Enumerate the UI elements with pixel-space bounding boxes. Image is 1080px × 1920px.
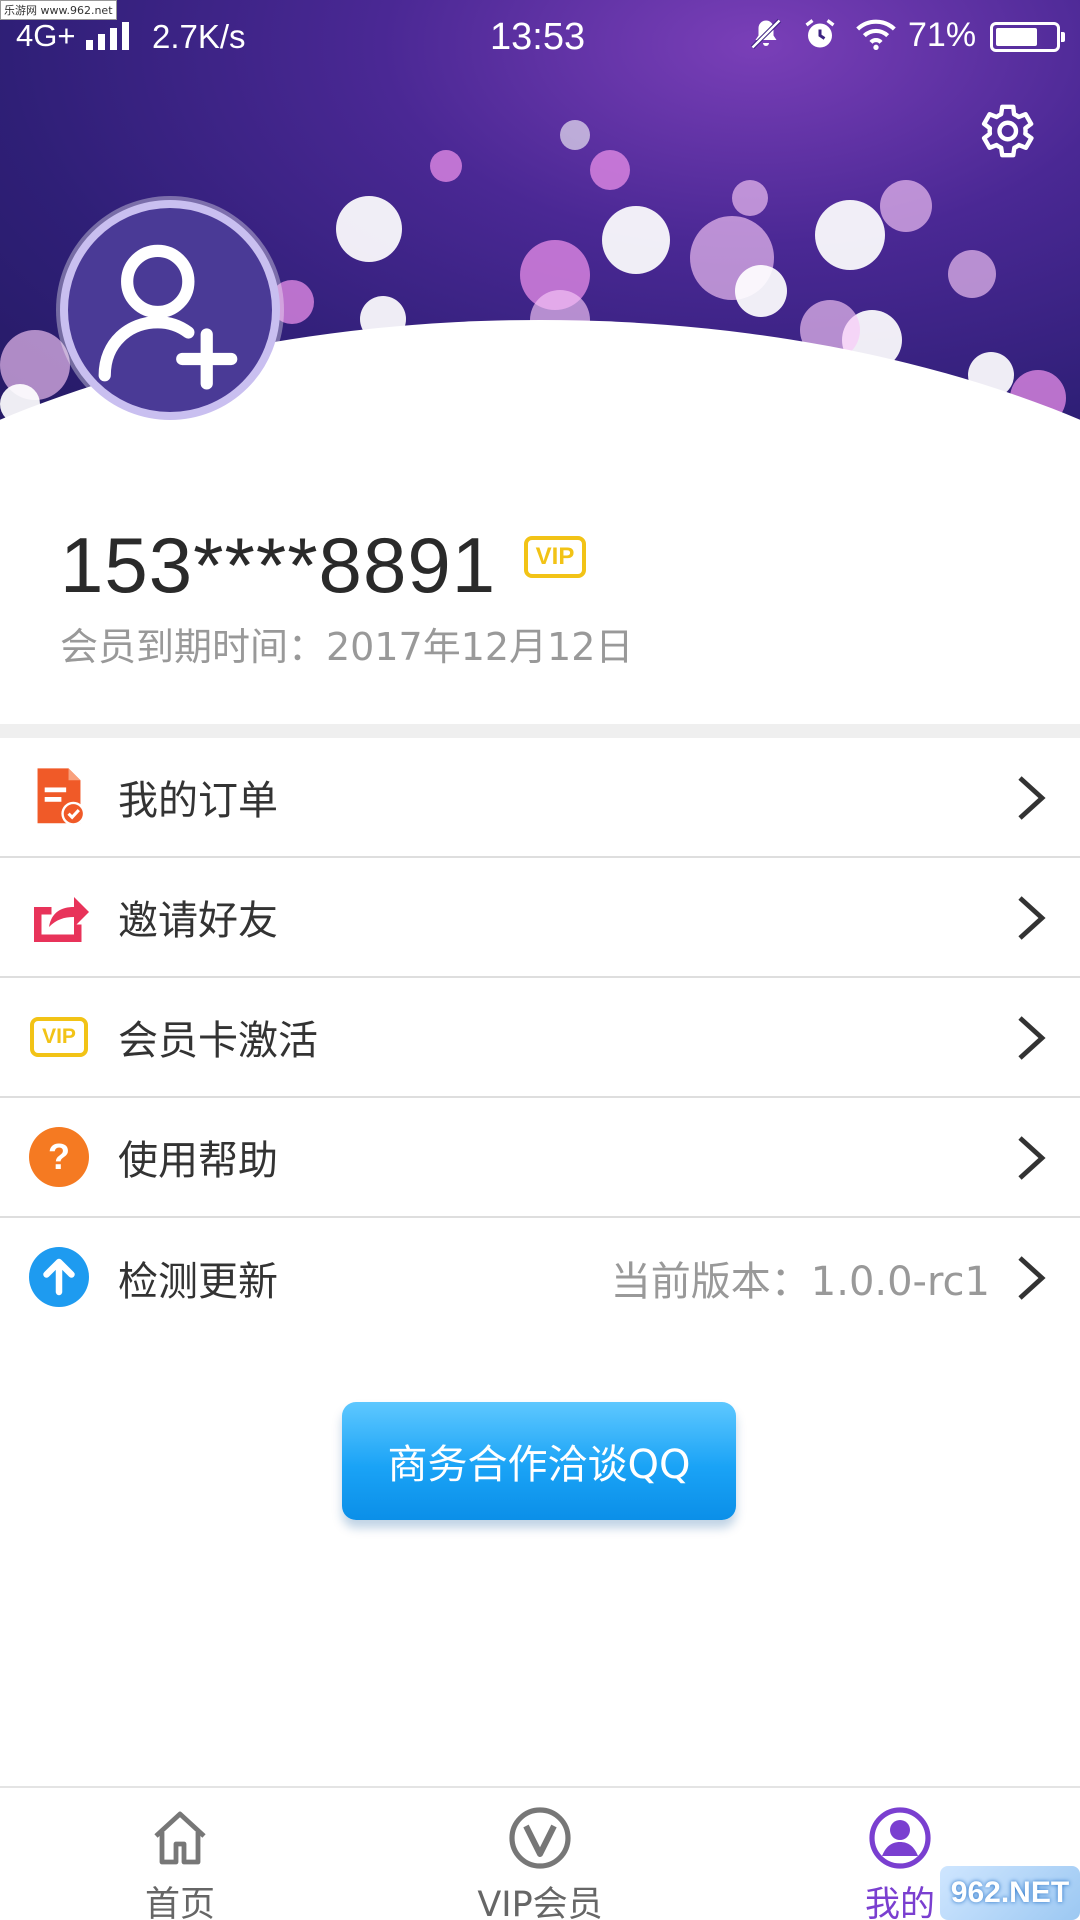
menu-item-label: 会员卡激活 bbox=[118, 1018, 318, 1064]
settings-menu: 我的订单 邀请好友 VIP 会员卡激活 ? 使用帮助 检测更新 当前版本：1.0… bbox=[0, 738, 1080, 1338]
share-icon bbox=[28, 886, 90, 948]
tab-label: VIP会员 bbox=[477, 1885, 603, 1920]
network-speed: 2.7K/s bbox=[152, 18, 246, 55]
membership-expiry: 会员到期时间：2017年12月12日 bbox=[60, 625, 634, 669]
status-bar: 4G+ 2.7K/s 13:53 71% bbox=[0, 0, 1080, 72]
settings-button[interactable] bbox=[972, 98, 1038, 164]
tab-vip[interactable]: VIP会员 bbox=[420, 1788, 660, 1920]
vip-card-icon: VIP bbox=[28, 1006, 90, 1068]
help-icon-glyph: ? bbox=[29, 1127, 89, 1187]
section-divider bbox=[0, 724, 1080, 738]
business-qq-button[interactable]: 商务合作洽谈QQ bbox=[342, 1402, 736, 1520]
bokeh-light bbox=[336, 196, 402, 262]
chevron-right-icon bbox=[1018, 1136, 1046, 1180]
order-icon bbox=[28, 766, 90, 828]
avatar-add-button[interactable] bbox=[60, 200, 280, 420]
chevron-right-icon bbox=[1018, 776, 1046, 820]
wifi-icon bbox=[856, 19, 896, 50]
status-icons bbox=[748, 16, 896, 52]
user-phone: 153****8891 bbox=[60, 521, 497, 609]
bottom-nav: 首页 VIP会员 我的 bbox=[0, 1786, 1080, 1920]
menu-item-help[interactable]: ? 使用帮助 bbox=[0, 1098, 1080, 1218]
signal-icon bbox=[86, 22, 129, 50]
menu-item-vip-activate[interactable]: VIP 会员卡激活 bbox=[0, 978, 1080, 1098]
bokeh-light bbox=[732, 180, 768, 216]
chevron-right-icon bbox=[1018, 1256, 1046, 1300]
menu-item-check-update[interactable]: 检测更新 当前版本：1.0.0-rc1 bbox=[0, 1218, 1080, 1338]
watermark-bottom: 962.NET bbox=[940, 1866, 1080, 1920]
battery-level bbox=[996, 28, 1038, 46]
vip-card-text: VIP bbox=[30, 1017, 88, 1057]
menu-item-invite[interactable]: 邀请好友 bbox=[0, 858, 1080, 978]
chevron-right-icon bbox=[1018, 896, 1046, 940]
profile-icon bbox=[869, 1807, 931, 1869]
bokeh-light bbox=[560, 120, 590, 150]
tab-label: 首页 bbox=[144, 1885, 215, 1920]
bokeh-light bbox=[815, 200, 885, 270]
battery-icon bbox=[990, 22, 1065, 52]
bokeh-light bbox=[602, 206, 670, 274]
bokeh-light bbox=[735, 265, 787, 317]
alarm-icon bbox=[805, 19, 835, 48]
bokeh-light bbox=[430, 150, 462, 182]
menu-item-label: 我的订单 bbox=[118, 778, 278, 824]
tab-home[interactable]: 首页 bbox=[60, 1788, 300, 1920]
menu-item-label: 邀请好友 bbox=[118, 898, 278, 944]
battery-percent: 71% bbox=[908, 16, 977, 54]
watermark-top: 乐游网 www.962.net bbox=[0, 0, 117, 20]
home-icon bbox=[154, 1811, 206, 1865]
bokeh-light bbox=[880, 180, 932, 232]
bokeh-light bbox=[590, 150, 630, 190]
mute-icon bbox=[750, 18, 782, 50]
menu-item-orders[interactable]: 我的订单 bbox=[0, 738, 1080, 858]
network-type: 4G+ bbox=[16, 18, 76, 53]
clock: 13:53 bbox=[490, 16, 586, 58]
update-icon bbox=[28, 1246, 90, 1308]
menu-item-label: 使用帮助 bbox=[118, 1138, 278, 1184]
chevron-right-icon bbox=[1018, 1016, 1046, 1060]
add-user-icon bbox=[98, 244, 238, 390]
current-version: 当前版本：1.0.0-rc1 bbox=[610, 1259, 990, 1305]
gear-icon bbox=[981, 104, 1034, 158]
vip-v-icon bbox=[509, 1807, 571, 1869]
help-icon: ? bbox=[28, 1126, 90, 1188]
profile-header: 4G+ 2.7K/s 13:53 71% 乐游网 www.962.net bbox=[0, 0, 1080, 450]
menu-item-label: 检测更新 bbox=[118, 1259, 278, 1305]
bokeh-light bbox=[948, 250, 996, 298]
vip-badge: VIP bbox=[524, 536, 586, 578]
